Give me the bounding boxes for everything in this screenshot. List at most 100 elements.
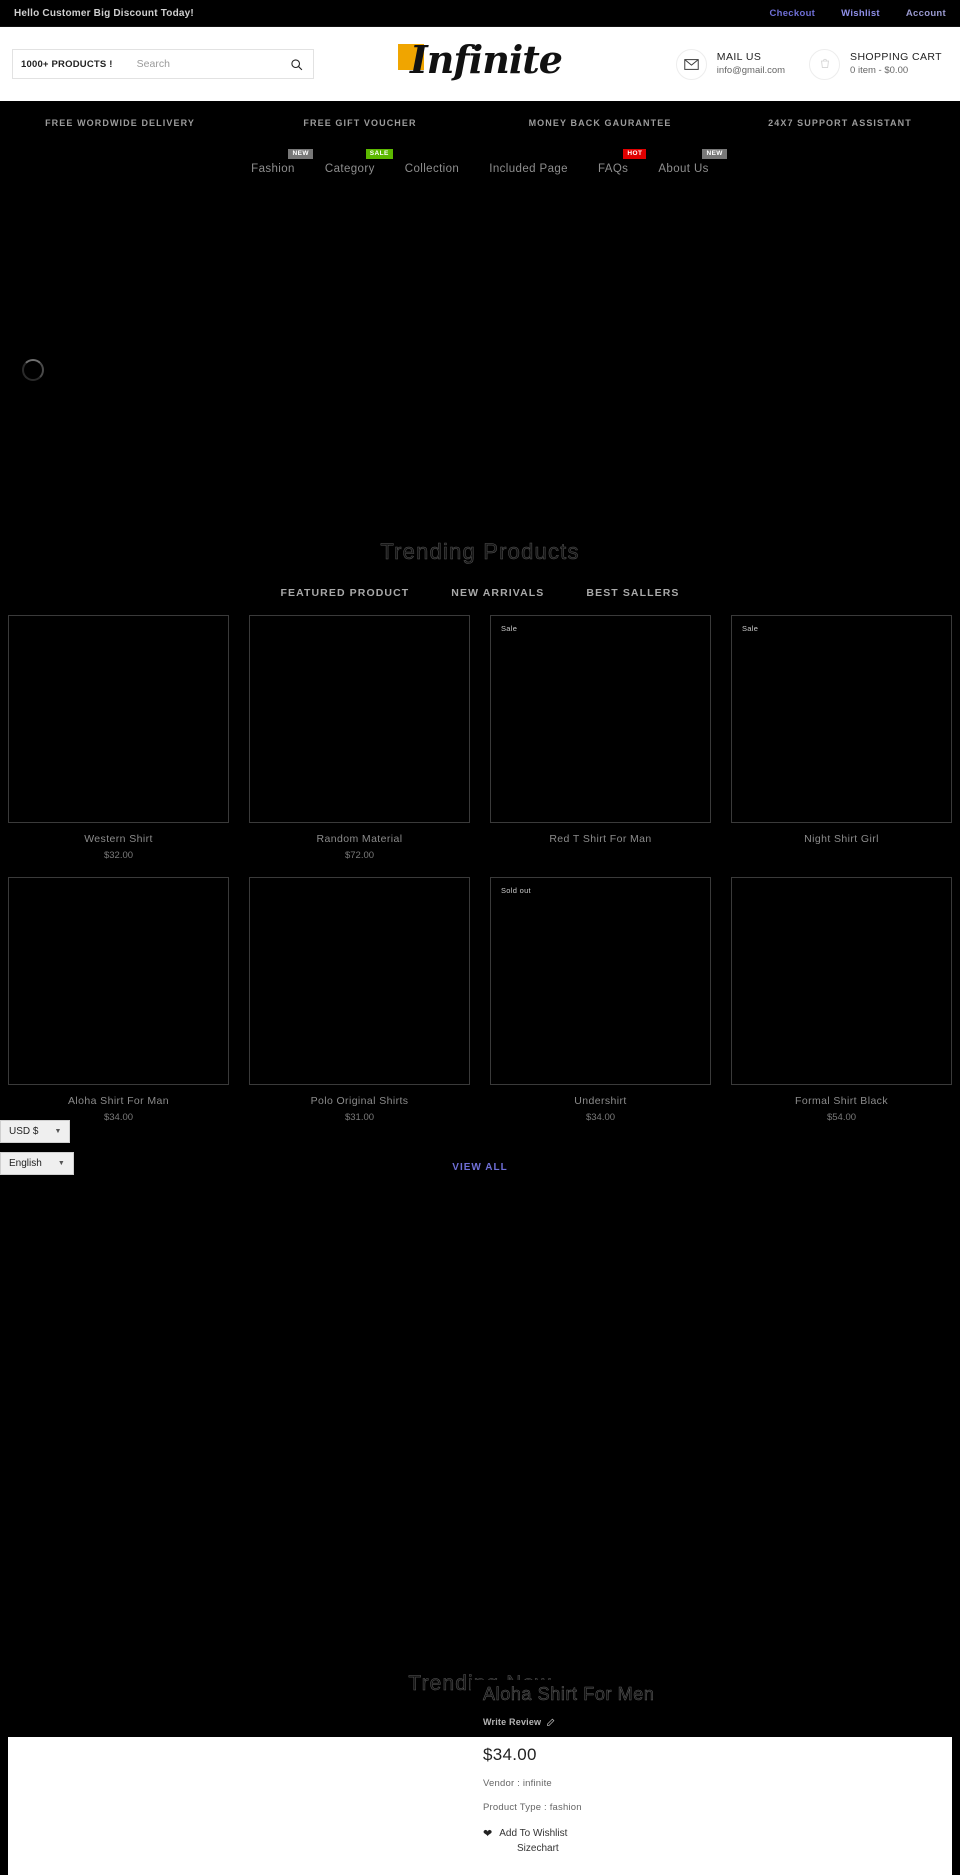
hero-banner [0,181,960,515]
product-card[interactable]: Aloha Shirt For Man $34.00 [8,877,229,1123]
quick-view-product-type: Product Type : fashion [483,1802,582,1813]
search-icon [290,58,303,71]
product-name[interactable]: Aloha Shirt For Man [8,1085,229,1107]
product-card[interactable]: Polo Original Shirts $31.00 [249,877,470,1123]
product-tag: Sold out [501,886,531,895]
product-price: $32.00 [103,850,134,861]
header-actions: MAIL US info@gmail.com SHOPPING CART 0 i… [675,48,948,80]
search-input[interactable] [122,58,288,70]
mail-us-title: MAIL US [716,51,762,64]
top-link-account[interactable]: Account [906,8,946,19]
nav-badge-new-about: NEW [702,149,727,159]
envelope-icon [675,48,707,80]
product-image[interactable] [249,615,470,823]
product-grid-row-2: Aloha Shirt For Man $34.00 Polo Original… [0,877,960,1123]
top-link-wishlist[interactable]: Wishlist [841,8,880,19]
product-name[interactable]: Formal Shirt Black [731,1085,952,1107]
add-to-wishlist-button[interactable]: ❤ Add To Wishlist [483,1813,952,1840]
nav-label-faqs: FAQs [597,163,629,175]
loading-spinner-icon [22,359,44,381]
tab-new-arrivals[interactable]: NEW ARRIVALS [451,587,544,599]
quick-view-product-name: Aloha Shirt For Men [483,1684,655,1705]
view-all-wrapper: VIEW ALL [0,1123,960,1175]
promo-item-voucher: FREE GIFT VOUCHER [303,118,417,128]
nav-item-included-page[interactable]: Included Page [485,163,572,175]
product-card[interactable]: Sale Red T Shirt For Man [490,615,711,861]
trending-products-section: Trending Products FEATURED PRODUCT NEW A… [0,515,960,1175]
currency-selector[interactable]: USD $ ▼ [0,1120,71,1143]
logo-text: Infinite [410,37,563,82]
trending-now-section: Trending Now Aloha Shirt For Men Write R… [0,1660,960,1875]
nav-badge-new: NEW [288,149,313,159]
language-selector[interactable]: English ▼ [0,1152,74,1175]
top-link-checkout[interactable]: Checkout [769,8,815,19]
nav-label-about-us: About Us [658,163,709,175]
cart-summary: 0 item - $0.00 [850,65,909,77]
nav-item-category[interactable]: SALE Category [321,149,393,175]
product-card[interactable]: Sale Night Shirt Girl [731,615,952,861]
product-name[interactable]: Random Material [249,823,470,845]
search-button[interactable] [288,58,305,71]
product-price [731,845,952,850]
nav-item-collection[interactable]: Collection [401,163,464,175]
product-tag: Sale [501,624,518,633]
quick-view-header: Aloha Shirt For Men Write Review [471,1680,952,1737]
product-price: $34.00 [585,1112,616,1123]
products-count-label: 1000+ PRODUCTS ! [21,58,113,70]
product-image[interactable] [731,877,952,1085]
mail-us-block[interactable]: MAIL US info@gmail.com [675,48,786,80]
product-price: $54.00 [826,1112,857,1123]
nav-item-faqs[interactable]: HOT FAQs [594,149,647,175]
product-image[interactable] [8,877,229,1085]
chevron-down-icon: ▼ [57,1160,65,1167]
top-links: Checkout Wishlist Account [769,8,946,19]
product-price: $72.00 [344,850,375,861]
product-image[interactable]: Sold out [490,877,711,1085]
nav-label-included-page: Included Page [489,163,568,175]
site-logo[interactable]: Infinite [398,37,563,82]
promo-benefits-strip: FREE WORDWIDE DELIVERY FREE GIFT VOUCHER… [0,101,960,145]
product-name[interactable]: Red T Shirt For Man [490,823,711,845]
write-review-link[interactable]: Write Review [483,1705,952,1727]
product-name[interactable]: Night Shirt Girl [731,823,952,845]
nav-label-category: Category [324,163,375,175]
sizechart-link[interactable]: Sizechart [483,1840,952,1854]
product-image[interactable]: Sale [490,615,711,823]
product-card[interactable]: Random Material $72.00 [249,615,470,861]
shopping-cart-block[interactable]: SHOPPING CART 0 item - $0.00 [809,48,942,80]
product-price [490,845,711,850]
search-bar[interactable]: 1000+ PRODUCTS ! [12,49,314,79]
mail-us-address: info@gmail.com [716,65,786,77]
tab-best-sallers[interactable]: BEST SALLERS [586,587,679,599]
product-card[interactable]: Western Shirt $32.00 [8,615,229,861]
currency-value: USD $ [9,1126,39,1137]
product-name[interactable]: Undershirt [490,1085,711,1107]
pencil-icon [546,1718,555,1727]
product-image[interactable]: Sale [731,615,952,823]
tab-featured-product[interactable]: FEATURED PRODUCT [280,587,409,599]
promo-item-support: 24X7 SUPPORT ASSISTANT [768,118,912,128]
view-all-link[interactable]: VIEW ALL [452,1162,507,1173]
product-tabs: FEATURED PRODUCT NEW ARRIVALS BEST SALLE… [0,565,960,615]
site-header: 1000+ PRODUCTS ! Infinite MAIL US [0,27,960,101]
quick-view-product-image[interactable] [8,1737,471,1875]
announcement-text: Hello Customer Big Discount Today! [14,7,194,19]
add-to-wishlist-label: Add To Wishlist [499,1828,568,1839]
nav-badge-hot: HOT [623,149,647,159]
product-image[interactable] [8,615,229,823]
page-title: Trending Products [380,539,580,565]
product-quick-view: Aloha Shirt For Men Write Review $34.00 … [8,1680,952,1875]
cart-icon [809,48,841,80]
product-name[interactable]: Polo Original Shirts [249,1085,470,1107]
product-card[interactable]: Sold out Undershirt $34.00 [490,877,711,1123]
product-image[interactable] [249,877,470,1085]
quick-view-details: Aloha Shirt For Men Write Review $34.00 … [471,1680,952,1875]
product-name[interactable]: Western Shirt [8,823,229,845]
nav-item-fashion[interactable]: NEW Fashion [247,149,313,175]
product-card[interactable]: Formal Shirt Black $54.00 [731,877,952,1123]
write-review-label: Write Review [483,1717,542,1727]
quick-view-vendor: Vendor : infinite [483,1778,552,1789]
product-tag: Sale [742,624,759,633]
cart-title: SHOPPING CART [850,51,942,64]
nav-item-about-us[interactable]: NEW About Us [654,149,727,175]
